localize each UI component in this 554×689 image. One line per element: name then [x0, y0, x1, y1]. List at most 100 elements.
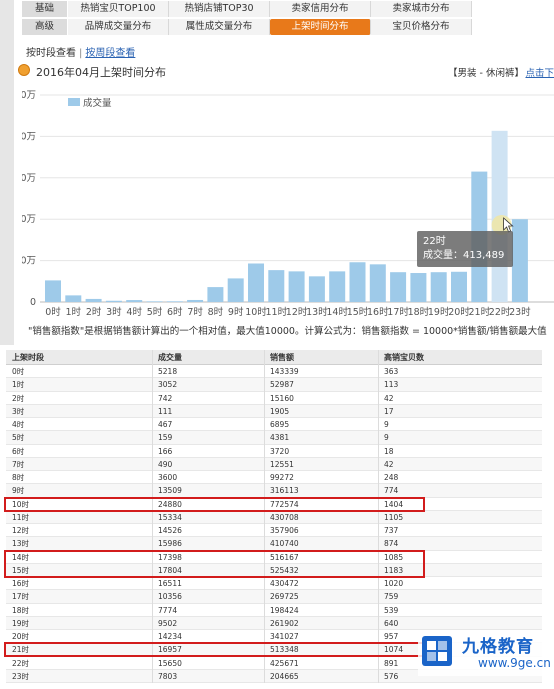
y-tick-label: 20万: [22, 214, 36, 225]
bar: [166, 301, 183, 302]
table-row: 0时 5218 143339 363: [6, 365, 542, 379]
cell-hour: 0时: [12, 367, 25, 376]
table-row: 18时 7774 198424 539: [6, 604, 542, 617]
table-row: 13时 15986 410740 874: [6, 537, 542, 551]
logo-url: www.9ge.cn: [478, 656, 551, 670]
cell-volume: 15986: [158, 539, 182, 549]
x-tick-label: 0时: [45, 306, 61, 318]
cell-sales: 430472: [270, 579, 299, 588]
cell-hour: 3时: [12, 406, 25, 416]
tab-hot-items-top100[interactable]: 热销宝贝TOP100: [68, 1, 169, 17]
cell-volume: 467: [158, 420, 173, 429]
bar: [45, 280, 61, 302]
chart-footnote: "销售额指数"是根据销售额计算出的一个相对值，最大值10000。计算公式为：销售…: [28, 326, 547, 337]
x-tick-label: 19时: [428, 306, 450, 318]
view-by-hour[interactable]: 按时段查看: [26, 48, 76, 59]
cell-hot-items: 737: [384, 526, 399, 535]
y-tick-label: 50万: [22, 90, 36, 101]
cell-hour: 13时: [12, 539, 30, 549]
highlight-box: [4, 642, 425, 658]
cell-sales: 99272: [270, 473, 294, 482]
column-divider: [264, 350, 265, 683]
tab-listing-time[interactable]: 上架时间分布: [270, 19, 371, 35]
cell-volume: 111: [158, 406, 173, 416]
table-row: 3时 111 1905 17: [6, 404, 542, 418]
table-row: 4时 467 6895 9: [6, 418, 542, 432]
cell-sales: 410740: [270, 539, 299, 549]
cell-hot-items: 17: [384, 406, 394, 416]
bar: [329, 271, 346, 302]
logo-mark-icon: [422, 636, 452, 666]
x-tick-label: 9时: [228, 306, 244, 318]
bar-chart-svg: 010万20万30万40万50万0时1时2时3时4时5时6时7时8时9时10时1…: [22, 90, 554, 318]
cell-sales: 357906: [270, 526, 299, 535]
cell-sales: 261902: [270, 618, 299, 628]
cell-hot-items: 1105: [384, 512, 404, 522]
cell-hot-items: 42: [384, 393, 394, 403]
x-tick-label: 18时: [408, 306, 430, 318]
bar: [451, 271, 467, 302]
cell-hour: 16时: [12, 579, 30, 588]
tab-seller-city[interactable]: 卖家城市分布: [371, 1, 472, 17]
table-row: 11时 15334 430708 1105: [6, 510, 542, 524]
header-volume: 成交量: [158, 353, 182, 362]
cell-sales: 6895: [270, 420, 290, 429]
bar: [105, 300, 122, 302]
cell-volume: 10356: [158, 592, 182, 602]
bar: [65, 295, 82, 302]
x-tick-label: 11时: [266, 306, 288, 318]
cell-volume: 159: [158, 433, 173, 443]
cell-hour: 9时: [12, 486, 25, 496]
bar: [227, 278, 244, 302]
cell-volume: 13509: [158, 486, 182, 496]
bar: [248, 263, 264, 302]
cell-hot-items: 891: [384, 658, 399, 668]
cell-hour: 23时: [12, 671, 30, 681]
x-tick-label: 13时: [306, 306, 328, 318]
chart-panel: 基础 热销宝贝TOP100 热销店铺TOP30 卖家信用分布 卖家城市分布 高级…: [0, 0, 554, 345]
cell-hour: 4时: [12, 420, 25, 429]
tab-price-distribution[interactable]: 宝贝价格分布: [371, 19, 472, 35]
tab-row-basic: 基础 热销宝贝TOP100 热销店铺TOP30 卖家信用分布 卖家城市分布: [22, 1, 472, 17]
tab-hot-shops-top30[interactable]: 热销店铺TOP30: [169, 1, 270, 17]
cell-hour: 22时: [12, 658, 30, 668]
logo-name: 九格教育: [462, 637, 534, 657]
chart-tooltip: 22时 成交量：413,489: [417, 231, 513, 267]
cell-hot-items: 957: [384, 632, 399, 641]
cell-hot-items: 576: [384, 671, 399, 681]
bar: [430, 272, 447, 302]
table-row: 2时 742 15160 42: [6, 392, 542, 405]
y-tick-label: 30万: [22, 173, 36, 184]
header-sales: 销售额: [270, 353, 294, 362]
bar: [268, 270, 285, 302]
bar: [308, 276, 325, 302]
tooltip-hour: 22时: [423, 236, 446, 247]
category-label: 【男装 - 休闲裤】: [448, 68, 524, 79]
bar: [390, 272, 407, 302]
cell-hour: 2时: [12, 393, 25, 403]
y-tick-label: 40万: [22, 131, 36, 142]
x-tick-label: 23时: [509, 306, 531, 318]
x-tick-label: 21时: [469, 306, 491, 318]
table-row: 6时 166 3720 18: [6, 445, 542, 458]
cell-sales: 143339: [270, 367, 299, 376]
cell-hot-items: 18: [384, 446, 394, 456]
more-link[interactable]: 点击下: [525, 65, 554, 79]
tab-seller-credit[interactable]: 卖家信用分布: [270, 1, 371, 17]
table-row: 7时 490 12551 42: [6, 457, 542, 471]
y-tick-label: 10万: [22, 256, 36, 267]
cell-sales: 425671: [270, 658, 299, 668]
cell-sales: 204665: [270, 671, 299, 681]
cell-hour: 8时: [12, 473, 25, 482]
cell-sales: 269725: [270, 592, 299, 602]
tab-brand-volume[interactable]: 品牌成交量分布: [68, 19, 169, 35]
x-tick-label: 2时: [86, 306, 102, 318]
cell-sales: 1905: [270, 406, 290, 416]
bar: [369, 264, 386, 302]
view-by-period-link[interactable]: 按周段查看: [85, 48, 135, 59]
cell-hour: 1时: [12, 380, 25, 390]
tab-attribute-volume[interactable]: 属性成交量分布: [169, 19, 270, 35]
x-tick-label: 8时: [208, 306, 224, 318]
cell-hot-items: 9: [384, 420, 389, 429]
cell-sales: 12551: [270, 459, 294, 469]
